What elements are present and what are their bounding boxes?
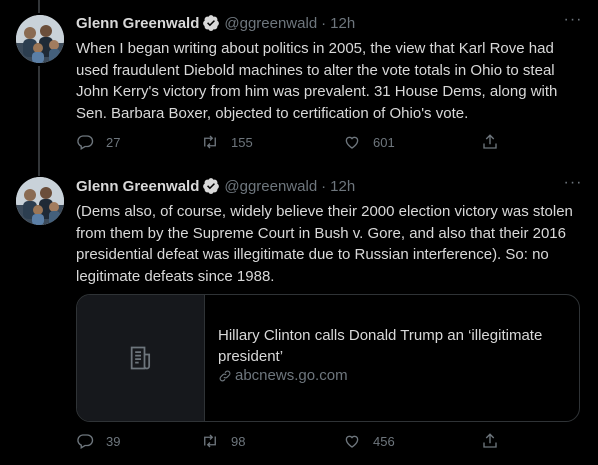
like-count: 456 — [373, 433, 395, 449]
tweet-text: When I began writing about politics in 2… — [76, 40, 558, 122]
reply-count: 39 — [106, 433, 121, 449]
thread-line-below — [38, 66, 40, 176]
tweet[interactable]: Glenn Greenwald @ggreenwald · 12h ··· Wh… — [0, 0, 598, 176]
action-bar: 39 98 456 — [76, 432, 506, 452]
author-name[interactable]: Glenn Greenwald — [76, 15, 199, 32]
reply-button[interactable]: 39 — [76, 432, 120, 450]
thread-line-above — [38, 0, 40, 13]
separator-dot: · — [321, 177, 327, 195]
author-handle[interactable]: @ggreenwald — [224, 15, 317, 32]
share-button[interactable] — [481, 133, 499, 151]
share-icon — [483, 433, 497, 448]
link-card[interactable]: Hillary Clinton calls Donald Trump an ‘i… — [76, 294, 580, 422]
retweet-icon — [204, 135, 216, 149]
avatar[interactable] — [16, 15, 64, 63]
avatar[interactable] — [16, 177, 64, 225]
action-bar: 27 155 601 — [76, 133, 506, 153]
verified-badge-icon — [203, 178, 220, 194]
separator-dot: · — [321, 14, 327, 32]
like-button[interactable]: 456 — [343, 432, 395, 450]
tweet[interactable]: Glenn Greenwald @ggreenwald · 12h ··· (D… — [0, 167, 598, 465]
retweet-button[interactable]: 98 — [201, 432, 245, 450]
timestamp[interactable]: 12h — [330, 178, 355, 195]
tweet-header: Glenn Greenwald @ggreenwald · 12h — [76, 176, 355, 196]
card-domain: abcnews.go.com — [218, 367, 348, 384]
reply-icon — [77, 434, 94, 449]
heart-icon — [345, 136, 359, 149]
reply-icon — [77, 135, 94, 150]
heart-icon — [345, 435, 359, 448]
avatar-photo-icon — [16, 177, 64, 225]
card-domain-text: abcnews.go.com — [235, 367, 348, 384]
retweet-icon — [204, 434, 216, 448]
timestamp[interactable]: 12h — [330, 15, 355, 32]
link-icon — [219, 370, 231, 381]
like-count: 601 — [373, 134, 395, 150]
retweet-count: 155 — [231, 134, 253, 150]
verified-badge-icon — [203, 15, 220, 31]
avatar-photo-icon — [16, 15, 64, 63]
reply-button[interactable]: 27 — [76, 133, 120, 151]
author-name[interactable]: Glenn Greenwald — [76, 178, 199, 195]
share-button[interactable] — [481, 432, 499, 450]
retweet-count: 98 — [231, 433, 246, 449]
card-title: Hillary Clinton calls Donald Trump an ‘i… — [218, 327, 543, 365]
more-options-icon[interactable]: ··· — [562, 175, 584, 196]
reply-count: 27 — [106, 134, 121, 150]
author-handle[interactable]: @ggreenwald — [224, 178, 317, 195]
tweet-text: (Dems also, of course, widely believe th… — [76, 203, 573, 285]
retweet-button[interactable]: 155 — [201, 133, 253, 151]
like-button[interactable]: 601 — [343, 133, 395, 151]
article-icon — [130, 346, 150, 370]
more-options-icon[interactable]: ··· — [562, 12, 584, 33]
card-thumbnail — [77, 295, 205, 421]
tweet-header: Glenn Greenwald @ggreenwald · 12h — [76, 13, 355, 33]
share-icon — [483, 134, 497, 149]
